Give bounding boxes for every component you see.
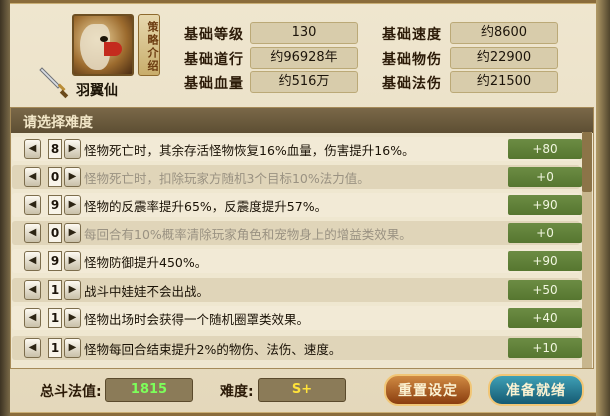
difficulty-row: ◀ 9 ▶ 怪物的反震率提升65%，反震度提升57%。 +90 xyxy=(12,193,582,217)
increase-arrow-icon[interactable]: ▶ xyxy=(64,280,81,300)
difficulty-level-value: 1 xyxy=(48,280,62,300)
difficulty-row: ◀ 9 ▶ 怪物防御提升450%。 +90 xyxy=(12,249,582,273)
difficulty-bonus-value: +40 xyxy=(508,308,582,328)
difficulty-level-value: 1 xyxy=(48,308,62,328)
base-phys-label: 基础物伤 xyxy=(382,52,442,68)
total-power-label: 总斗法值: xyxy=(40,384,102,400)
weapon-dagger-icon xyxy=(39,67,69,99)
difficulty-description: 怪物死亡时，其余存活怪物恢复16%血量，伤害提升16%。 xyxy=(84,143,415,158)
increase-arrow-icon[interactable]: ▶ xyxy=(64,338,81,358)
difficulty-bonus-value: +10 xyxy=(508,338,582,358)
decrease-arrow-icon[interactable]: ◀ xyxy=(24,223,41,243)
difficulty-label: 难度: xyxy=(220,384,254,400)
difficulty-level-value: 8 xyxy=(48,139,62,159)
character-portrait xyxy=(72,14,134,76)
right-border-decoration xyxy=(596,0,610,416)
decrease-arrow-icon[interactable]: ◀ xyxy=(24,139,41,159)
decrease-arrow-icon[interactable]: ◀ xyxy=(24,251,41,271)
difficulty-panel-title: 请选择难度 xyxy=(11,108,593,133)
difficulty-description: 怪物每回合结束提升2%的物伤、法伤、速度。 xyxy=(84,342,342,357)
difficulty-bonus-value: +90 xyxy=(508,251,582,271)
strategy-intro-button[interactable]: 策略介绍 xyxy=(138,14,160,76)
ready-button[interactable]: 准备就绪 xyxy=(488,374,584,406)
difficulty-bonus-value: +50 xyxy=(508,280,582,300)
decrease-arrow-icon[interactable]: ◀ xyxy=(24,280,41,300)
base-level-label: 基础等级 xyxy=(184,27,244,43)
base-phys-value: 约22900 xyxy=(450,47,558,69)
difficulty-description: 每回合有10%概率清除玩家角色和宠物身上的增益类效果。 xyxy=(84,227,412,242)
base-magic-label: 基础法伤 xyxy=(382,76,442,92)
reset-settings-button[interactable]: 重置设定 xyxy=(384,374,472,406)
decrease-arrow-icon[interactable]: ◀ xyxy=(24,167,41,187)
difficulty-description: 战斗中娃娃不会出战。 xyxy=(84,284,210,299)
difficulty-bonus-value: +0 xyxy=(508,167,582,187)
base-daoxing-label: 基础道行 xyxy=(184,52,244,68)
base-level-value: 130 xyxy=(250,22,358,44)
difficulty-level-value: 0 xyxy=(48,167,62,187)
increase-arrow-icon[interactable]: ▶ xyxy=(64,167,81,187)
difficulty-rank-value: S+ xyxy=(258,378,346,402)
difficulty-row: ◀ 8 ▶ 怪物死亡时，其余存活怪物恢复16%血量，伤害提升16%。 +80 xyxy=(12,137,582,161)
list-scrollbar[interactable] xyxy=(582,132,592,368)
difficulty-row: ◀ 0 ▶ 怪物死亡时，扣除玩家方随机3个目标10%法力值。 +0 xyxy=(12,165,582,189)
base-speed-value: 约8600 xyxy=(450,22,558,44)
increase-arrow-icon[interactable]: ▶ xyxy=(64,139,81,159)
base-speed-label: 基础速度 xyxy=(382,27,442,43)
list-scrollbar-thumb[interactable] xyxy=(582,132,592,192)
portrait-beak xyxy=(104,42,122,56)
difficulty-level-value: 9 xyxy=(48,195,62,215)
increase-arrow-icon[interactable]: ▶ xyxy=(64,195,81,215)
base-magic-value: 约21500 xyxy=(450,71,558,93)
difficulty-bonus-value: +0 xyxy=(508,223,582,243)
difficulty-description: 怪物的反震率提升65%，反震度提升57%。 xyxy=(84,199,328,214)
decrease-arrow-icon[interactable]: ◀ xyxy=(24,338,41,358)
difficulty-row: ◀ 1 ▶ 怪物每回合结束提升2%的物伤、法伤、速度。 +10 xyxy=(12,336,582,360)
difficulty-level-value: 0 xyxy=(48,223,62,243)
left-border-decoration xyxy=(0,0,10,416)
difficulty-description: 怪物死亡时，扣除玩家方随机3个目标10%法力值。 xyxy=(84,171,370,186)
decrease-arrow-icon[interactable]: ◀ xyxy=(24,195,41,215)
decrease-arrow-icon[interactable]: ◀ xyxy=(24,308,41,328)
difficulty-description: 怪物出场时会获得一个随机圈罩类效果。 xyxy=(84,312,310,327)
increase-arrow-icon[interactable]: ▶ xyxy=(64,251,81,271)
difficulty-level-value: 1 xyxy=(48,338,62,358)
character-name: 羽翼仙 xyxy=(76,83,118,99)
difficulty-bonus-value: +80 xyxy=(508,139,582,159)
difficulty-bonus-value: +90 xyxy=(508,195,582,215)
difficulty-description: 怪物防御提升450%。 xyxy=(84,255,208,270)
total-power-value: 1815 xyxy=(105,378,193,402)
difficulty-row: ◀ 1 ▶ 怪物出场时会获得一个随机圈罩类效果。 +40 xyxy=(12,306,582,330)
difficulty-row: ◀ 1 ▶ 战斗中娃娃不会出战。 +50 xyxy=(12,278,582,302)
base-hp-value: 约516万 xyxy=(250,71,358,93)
difficulty-level-value: 9 xyxy=(48,251,62,271)
increase-arrow-icon[interactable]: ▶ xyxy=(64,308,81,328)
difficulty-row: ◀ 0 ▶ 每回合有10%概率清除玩家角色和宠物身上的增益类效果。 +0 xyxy=(12,221,582,245)
base-hp-label: 基础血量 xyxy=(184,76,244,92)
increase-arrow-icon[interactable]: ▶ xyxy=(64,223,81,243)
base-daoxing-value: 约96928年 xyxy=(250,47,358,69)
